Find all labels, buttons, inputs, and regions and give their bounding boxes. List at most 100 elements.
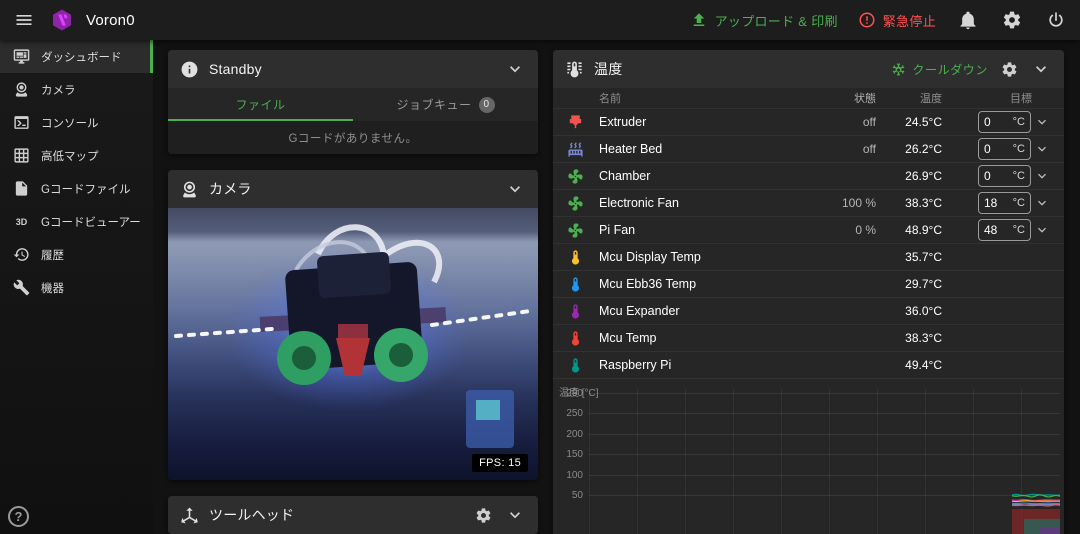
toolhead-scene [168, 208, 538, 480]
electronic-fan-preset-chevron-down-icon[interactable] [1034, 195, 1050, 211]
tab-files[interactable]: ファイル [168, 88, 353, 121]
video-3d-icon: 3D [13, 217, 30, 227]
status-panel-header: Standby [168, 50, 538, 88]
temp-row-raspberry-pi: Raspberry Pi 49.4°C [553, 351, 1064, 378]
notifications-bell-icon[interactable] [956, 8, 980, 32]
webcam-icon [13, 81, 30, 98]
col-target: 目標 [942, 90, 1050, 106]
camera-panel: カメラ [168, 170, 538, 480]
y-tick: 200 [553, 429, 583, 440]
temp-row-heater-bed: Heater Bed off 26.2°C °C [553, 135, 1064, 162]
sidebar-item-machine[interactable]: 機器 [0, 271, 153, 304]
power-icon[interactable] [1044, 8, 1068, 32]
sidebar-item-heightmap[interactable]: 高低マップ [0, 139, 153, 172]
thermometer-icon [567, 276, 587, 293]
voron-logo [50, 8, 74, 32]
cooldown-button[interactable]: クールダウン [891, 61, 988, 78]
temp-row-mcu-ebb36: Mcu Ebb36 Temp 29.7°C [553, 270, 1064, 297]
sidebar-item-history[interactable]: 履歴 [0, 238, 153, 271]
toolhead-collapse-chevron-down-icon[interactable] [504, 504, 526, 526]
alert-circle-icon [858, 11, 876, 29]
sidebar-item-camera[interactable]: カメラ [0, 73, 153, 106]
camera-panel-header: カメラ [168, 170, 538, 208]
toolhead-panel-header: ツールヘッド [168, 496, 538, 534]
temp-row-mcu-display: Mcu Display Temp 35.7°C [553, 243, 1064, 270]
no-gcode-message: Gコードがありません。 [168, 121, 538, 154]
sidebar: ダッシュボード カメラ コンソール 高低マップ Gコードファイル 3D Gコード… [0, 40, 153, 534]
chamber-preset-chevron-down-icon[interactable] [1034, 168, 1050, 184]
heater-bed-target-box: °C [978, 138, 1031, 160]
temperature-settings-gear-icon[interactable] [998, 58, 1020, 80]
status-title: Standby [209, 61, 262, 77]
temperature-table-header: 名前 状態 温度 目標 [553, 88, 1064, 108]
y-tick: 150 [553, 449, 583, 460]
grid-icon [13, 147, 30, 164]
topbar: Voron0 アップロード & 印刷 緊急停止 [0, 0, 1080, 40]
y-tick: 250 [553, 408, 583, 419]
job-queue-count-badge: 0 [479, 97, 495, 113]
heater-bed-preset-chevron-down-icon[interactable] [1034, 141, 1050, 157]
toolhead-settings-gear-icon[interactable] [472, 504, 494, 526]
sidebar-item-gcode-viewer[interactable]: 3D Gコードビューアー [0, 205, 153, 238]
extruder-target-input[interactable] [984, 115, 1011, 129]
sidebar-item-dashboard[interactable]: ダッシュボード [0, 40, 153, 73]
topbar-actions: アップロード & 印刷 緊急停止 [690, 8, 1068, 32]
chart-y-axis-label: 温度 [°C] [559, 384, 599, 399]
chamber-target-box: °C [978, 165, 1031, 187]
upload-print-button[interactable]: アップロード & 印刷 [690, 11, 838, 30]
temperature-title: 温度 [594, 59, 622, 79]
heater-bed-target-input[interactable] [984, 142, 1011, 156]
webcam-stream: FPS: 15 [168, 208, 538, 480]
thermometer-icon [567, 249, 587, 266]
axis-arrow-icon [180, 506, 199, 525]
chamber-target-input[interactable] [984, 169, 1011, 183]
settings-gear-icon[interactable] [1000, 8, 1024, 32]
fan-icon [567, 222, 587, 239]
help-button[interactable]: ? [8, 506, 29, 527]
info-icon [180, 60, 199, 79]
sidebar-item-gcode-files[interactable]: Gコードファイル [0, 172, 153, 205]
pi-fan-target-input[interactable] [984, 223, 1011, 237]
camera-collapse-chevron-down-icon[interactable] [504, 178, 526, 200]
status-collapse-chevron-down-icon[interactable] [504, 58, 526, 80]
webcam-icon [180, 180, 199, 199]
temperature-collapse-chevron-down-icon[interactable] [1030, 58, 1052, 80]
fan-icon [567, 168, 587, 185]
thermometer-icon [567, 330, 587, 347]
toolhead-panel: ツールヘッド [168, 496, 538, 534]
mainsail-app: Voron0 アップロード & 印刷 緊急停止 ダッシュボー [0, 0, 1080, 534]
emergency-stop-button[interactable]: 緊急停止 [858, 11, 936, 30]
hamburger-menu-icon[interactable] [12, 8, 36, 32]
temp-row-pi-fan: Pi Fan 0 % 48.9°C °C [553, 216, 1064, 243]
left-column: Standby ファイル ジョブキュー 0 Gコードがありません。 [168, 50, 538, 534]
y-tick: 50 [553, 490, 583, 501]
fan-icon [567, 195, 587, 212]
temp-row-chamber: Chamber 26.9°C °C [553, 162, 1064, 189]
snowflake-icon [891, 62, 906, 77]
pi-fan-preset-chevron-down-icon[interactable] [1034, 222, 1050, 238]
fps-badge: FPS: 15 [472, 454, 528, 472]
thermometer-icon [567, 303, 587, 320]
chart-series-traces [1012, 489, 1060, 534]
radiator-icon [567, 141, 587, 158]
temperature-chart: 温度 [°C] 290 250 200 150 100 50 [553, 378, 1064, 534]
pi-fan-target-box: °C [978, 219, 1031, 241]
temperature-panel-header: 温度 クールダウン [553, 50, 1064, 88]
temp-row-mcu-temp: Mcu Temp 38.3°C [553, 324, 1064, 351]
electronic-fan-target-box: °C [978, 192, 1031, 214]
monitor-dashboard-icon [13, 48, 30, 65]
extruder-target-box: °C [978, 111, 1031, 133]
tab-job-queue[interactable]: ジョブキュー 0 [353, 88, 538, 121]
temp-row-mcu-expander: Mcu Expander 36.0°C [553, 297, 1064, 324]
camera-title: カメラ [209, 179, 252, 199]
file-icon [13, 180, 30, 197]
status-panel: Standby ファイル ジョブキュー 0 Gコードがありません。 [168, 50, 538, 154]
history-icon [13, 246, 30, 263]
sidebar-item-console[interactable]: コンソール [0, 106, 153, 139]
printer-title: Voron0 [86, 12, 135, 29]
wrench-icon [13, 279, 30, 296]
question-mark-icon: ? [15, 509, 23, 524]
electronic-fan-target-input[interactable] [984, 196, 1011, 210]
extruder-preset-chevron-down-icon[interactable] [1034, 114, 1050, 130]
toolhead-title: ツールヘッド [209, 505, 294, 525]
